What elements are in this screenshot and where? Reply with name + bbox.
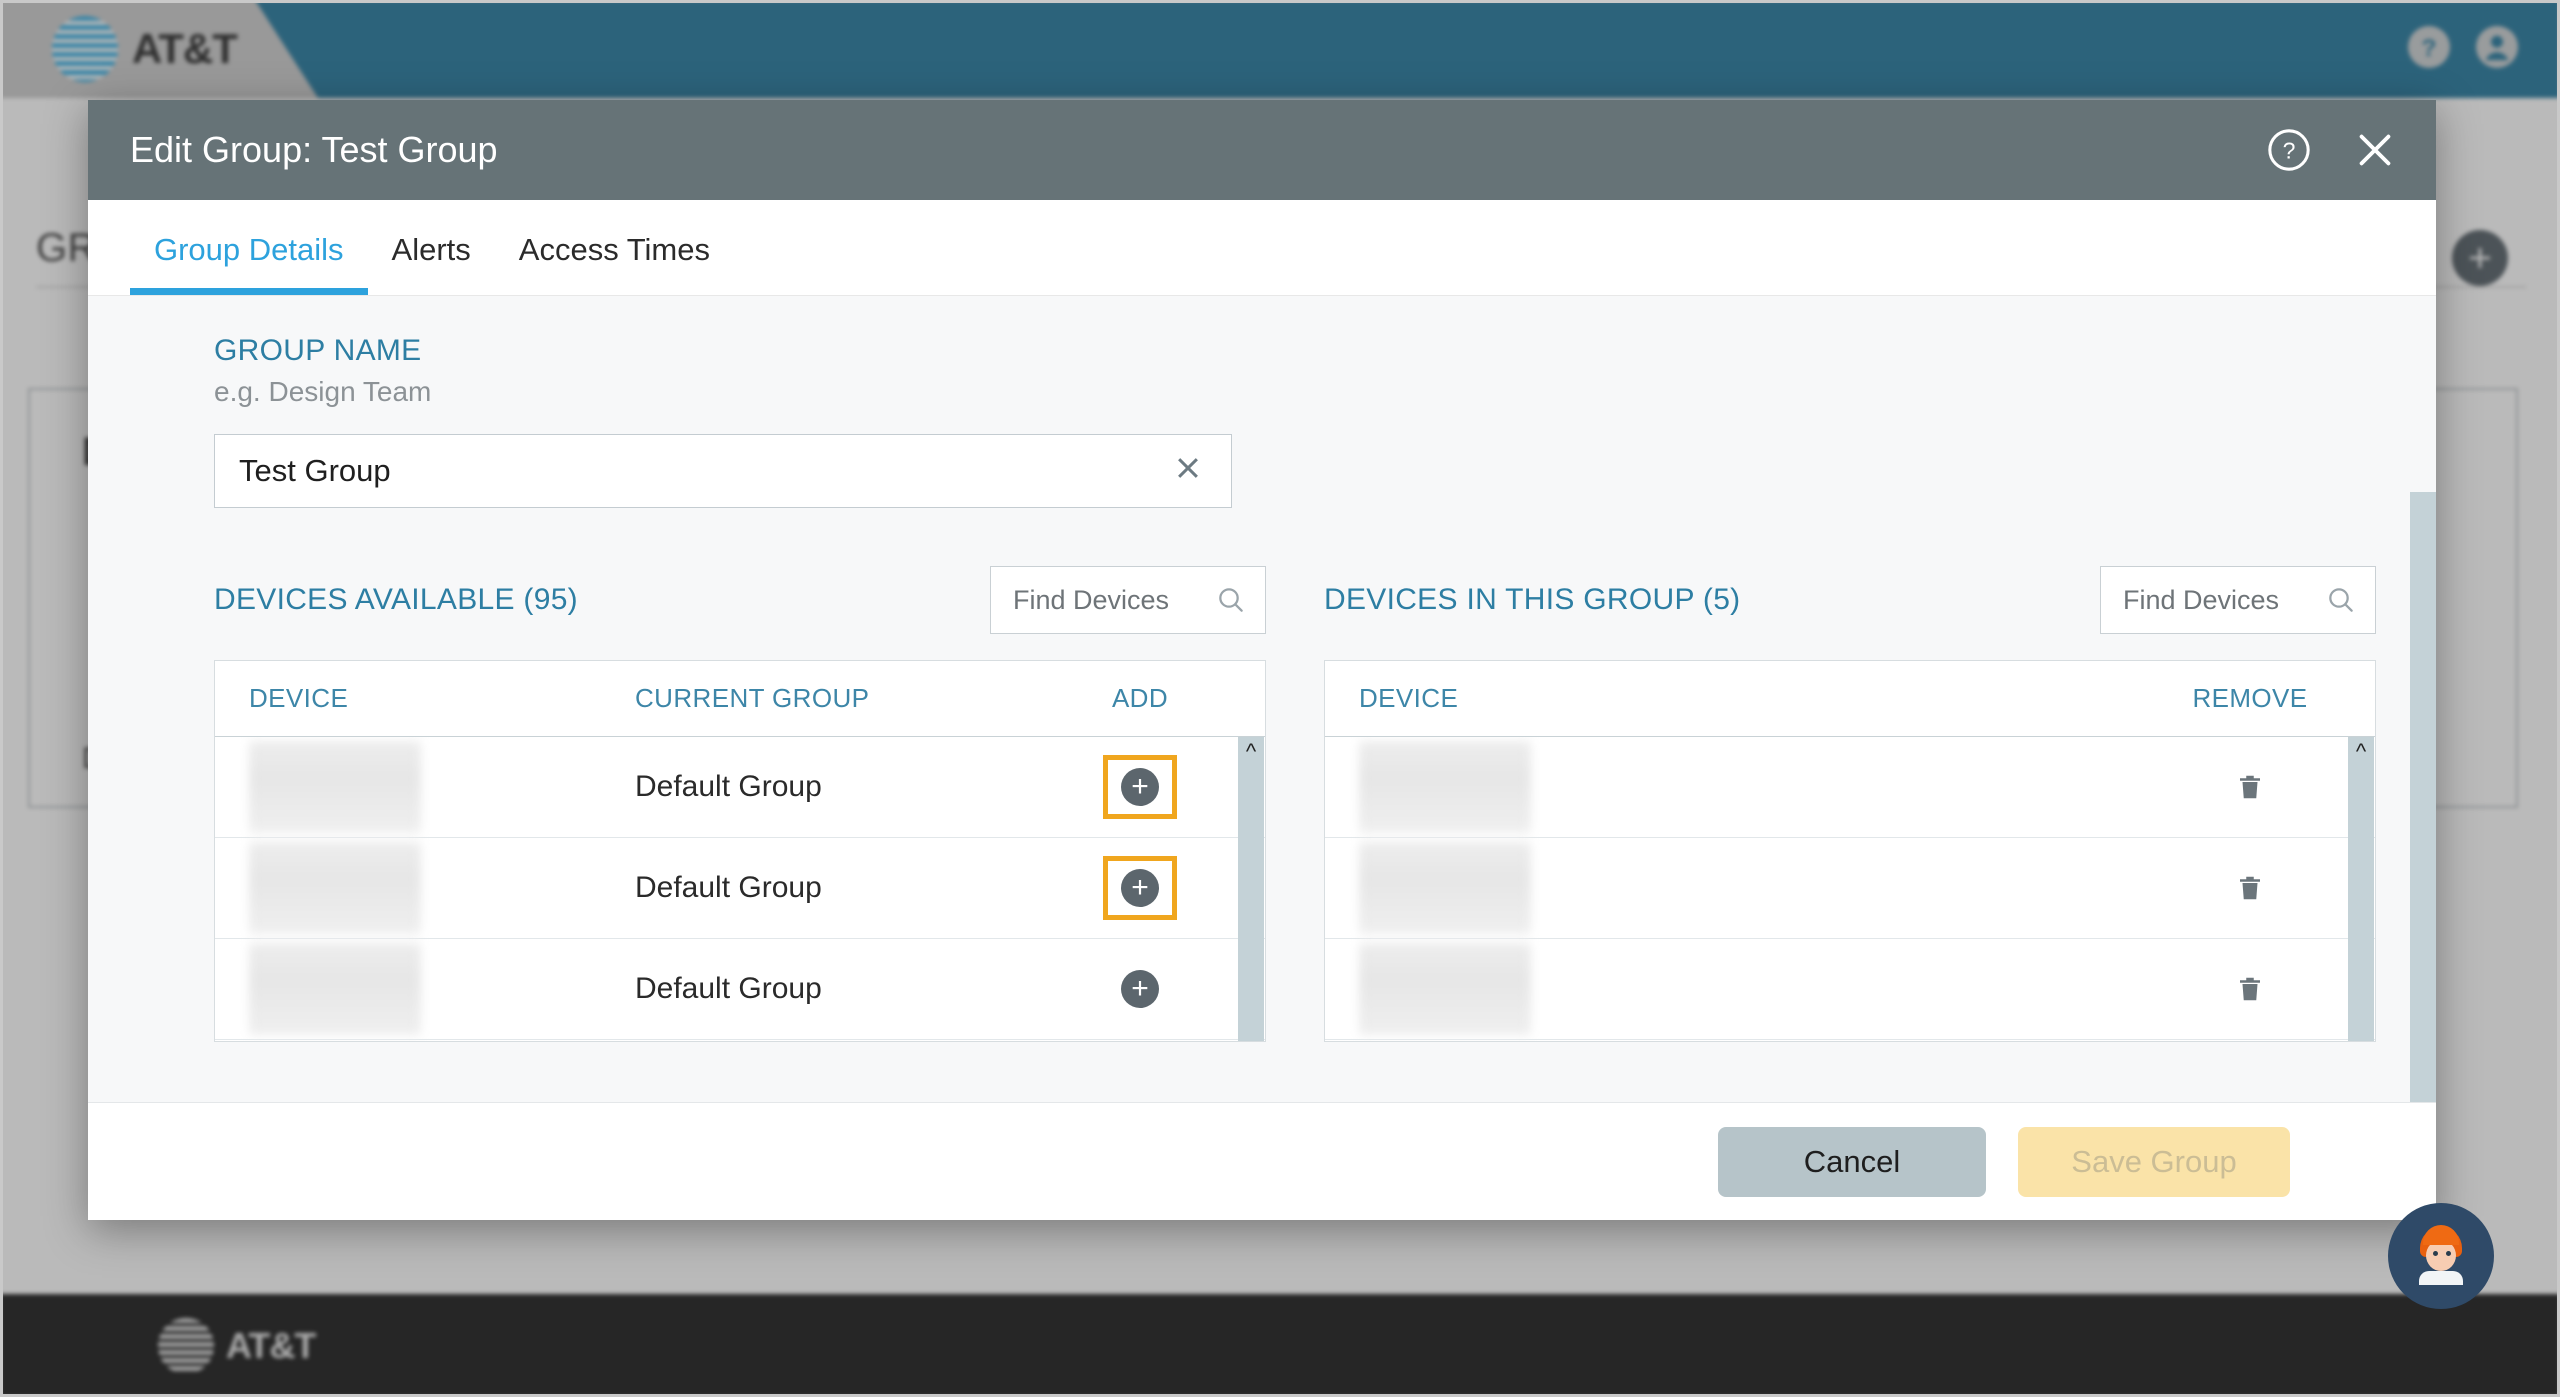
device-name-cell [215, 943, 635, 1035]
modal-header: Edit Group: Test Group ? [88, 100, 2436, 200]
table-row[interactable]: Default Group + [215, 737, 1265, 838]
avatar-eye-left [2433, 1251, 2438, 1256]
tab-alerts[interactable]: Alerts [368, 232, 495, 295]
current-group-cell: Default Group [635, 871, 822, 904]
table-header-row: DEVICE CURRENT GROUP ADD [215, 661, 1265, 737]
column-header-remove: REMOVE [2192, 683, 2308, 713]
tab-access-times[interactable]: Access Times [495, 232, 734, 295]
tab-group-details[interactable]: Group Details [130, 232, 368, 295]
devices-in-group-title: DEVICES IN THIS GROUP (5) [1324, 583, 1741, 616]
help-circle-icon[interactable]: ? [2266, 127, 2312, 173]
plus-circle-icon[interactable]: + [1121, 970, 1159, 1008]
chevron-up-icon[interactable]: ^ [1238, 741, 1264, 763]
remove-device-cell [2125, 871, 2375, 905]
redacted-device-name [249, 842, 421, 934]
modal-title: Edit Group: Test Group [130, 129, 498, 170]
search-icon[interactable] [1215, 584, 1247, 616]
column-header-add: ADD [1111, 683, 1169, 713]
add-device-button-highlight[interactable]: + [1103, 755, 1177, 819]
remove-device-cell [2125, 972, 2375, 1006]
cancel-button[interactable]: Cancel [1718, 1126, 1986, 1197]
plus-circle-icon[interactable]: + [1121, 869, 1159, 907]
add-device-cell: + [1015, 755, 1265, 819]
save-group-button[interactable]: Save Group [2018, 1126, 2290, 1197]
table-row[interactable] [1325, 838, 2375, 939]
modal-tabs: Group Details Alerts Access Times [88, 200, 2436, 296]
device-name-cell [1325, 741, 1745, 833]
redacted-device-name [1359, 741, 1531, 833]
search-input[interactable] [1013, 584, 1215, 616]
redacted-device-name [249, 943, 421, 1035]
devices-in-group-scroll-area: ^ [1325, 737, 2375, 1041]
edit-group-modal: Edit Group: Test Group ? Group Details A… [88, 100, 2436, 1220]
redacted-device-name [1359, 842, 1531, 934]
modal-footer: Cancel Save Group [88, 1102, 2436, 1220]
device-name-cell [215, 741, 635, 833]
current-group-cell: Default Group [635, 972, 822, 1005]
devices-available-scroll-area: Default Group + Default Group + Default … [215, 737, 1265, 1041]
table-row[interactable] [1325, 939, 2375, 1040]
add-device-button-highlight[interactable]: + [1103, 856, 1177, 920]
devices-available-header: DEVICES AVAILABLE (95) [214, 566, 1266, 634]
group-name-hint: e.g. Design Team [214, 376, 432, 407]
devices-available-table: DEVICE CURRENT GROUP ADD Default Group + [214, 660, 1266, 1042]
group-name-field[interactable] [214, 434, 1232, 508]
modal-scrollbar[interactable]: ⌄ [2410, 492, 2436, 1102]
avatar-hair-top [2423, 1225, 2459, 1245]
column-header-device: DEVICE [1359, 683, 1459, 713]
plus-circle-icon[interactable]: + [1121, 768, 1159, 806]
trash-icon[interactable] [2235, 871, 2265, 905]
modal-body: GROUP NAME e.g. Design Team DEVICES AVAI… [88, 296, 2436, 1102]
devices-in-group-search[interactable] [2100, 566, 2376, 634]
table-row[interactable]: Default Group + [215, 939, 1265, 1040]
device-name-cell [1325, 943, 1745, 1035]
list-scrollbar[interactable]: ^ [2348, 737, 2374, 1041]
group-name-label: GROUP NAME [214, 334, 422, 367]
chat-avatar-icon[interactable] [2388, 1203, 2494, 1309]
table-row[interactable] [1325, 737, 2375, 838]
table-header-row: DEVICE REMOVE [1325, 661, 2375, 737]
column-header-current-group: CURRENT GROUP [635, 683, 870, 713]
add-device-cell: + [1015, 856, 1265, 920]
modal-header-actions: ? [2266, 127, 2398, 173]
devices-available-search[interactable] [990, 566, 1266, 634]
devices-in-group-column: DEVICES IN THIS GROUP (5) DEVICE [1324, 566, 2376, 1042]
avatar-shoulders [2419, 1271, 2463, 1285]
svg-text:?: ? [2283, 138, 2296, 164]
table-row[interactable]: Default Group + [215, 838, 1265, 939]
device-name-cell [1325, 842, 1745, 934]
devices-available-column: DEVICES AVAILABLE (95) DEVICE CURRENT GR… [214, 566, 1266, 1042]
device-lists: DEVICES AVAILABLE (95) DEVICE CURRENT GR… [214, 566, 2376, 1042]
scrollbar-thumb[interactable] [2410, 492, 2436, 1102]
list-scrollbar[interactable]: ^ [1238, 737, 1264, 1041]
search-icon[interactable] [2325, 584, 2357, 616]
trash-icon[interactable] [2235, 770, 2265, 804]
group-name-input[interactable] [215, 435, 1231, 507]
remove-device-cell [2125, 770, 2375, 804]
chevron-up-icon[interactable]: ^ [2348, 741, 2374, 763]
redacted-device-name [249, 741, 421, 833]
column-header-device: DEVICE [249, 683, 349, 713]
trash-icon[interactable] [2235, 972, 2265, 1006]
avatar-eye-right [2446, 1251, 2451, 1256]
current-group-cell: Default Group [635, 770, 822, 803]
clear-x-icon[interactable] [1171, 451, 1205, 491]
add-device-cell: + [1015, 970, 1265, 1008]
devices-in-group-table: DEVICE REMOVE ^ [1324, 660, 2376, 1042]
device-name-cell [215, 842, 635, 934]
redacted-device-name [1359, 943, 1531, 1035]
search-input[interactable] [2123, 584, 2325, 616]
devices-available-title: DEVICES AVAILABLE (95) [214, 583, 578, 616]
devices-in-group-header: DEVICES IN THIS GROUP (5) [1324, 566, 2376, 634]
close-x-icon[interactable] [2352, 127, 2398, 173]
